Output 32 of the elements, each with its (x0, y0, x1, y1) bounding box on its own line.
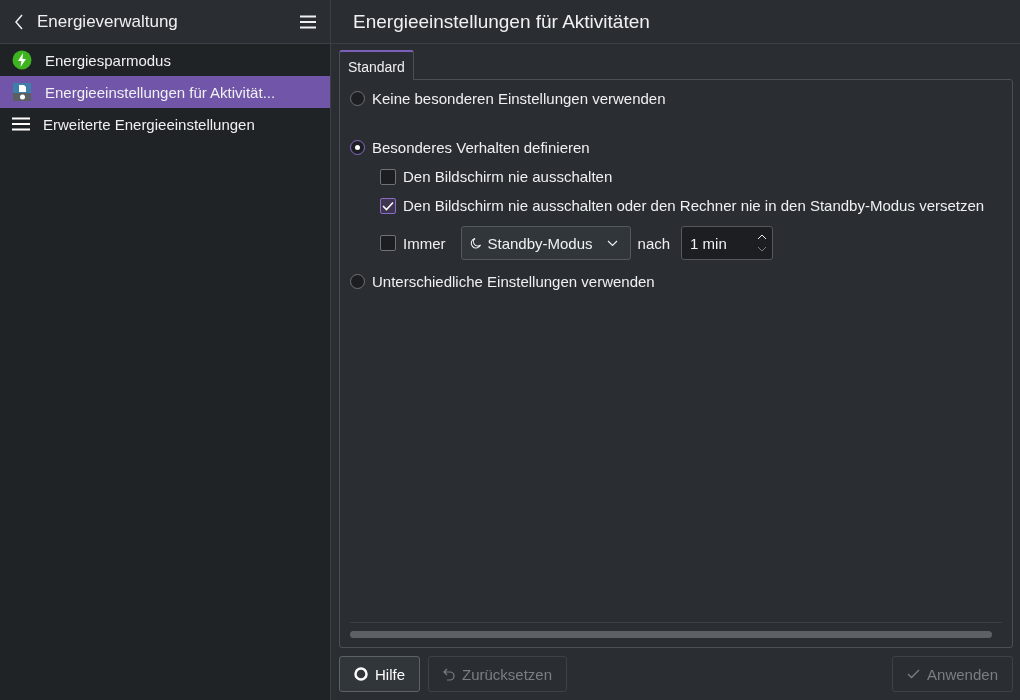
menu-icon (12, 117, 30, 131)
sidebar-title: Energieverwaltung (37, 11, 179, 32)
document-icon (12, 82, 32, 102)
menu-icon[interactable] (300, 14, 316, 29)
radio-label: Keine besonderen Einstellungen verwenden (372, 90, 666, 107)
page-title: Energieeinstellungen für Aktivitäten (353, 10, 650, 33)
sidebar-item[interactable]: Energieeinstellungen für Aktivität... (0, 76, 330, 108)
sidebar-item[interactable]: Energiesparmodus (0, 44, 330, 76)
horizontal-scrollbar[interactable] (350, 622, 1002, 641)
checkbox-label: Den Bildschirm nie ausschalten oder den Rechner nie in den Standby-Modus versetzen (403, 197, 985, 214)
chevron-down-icon (606, 239, 618, 247)
checkbox-label: Immer (403, 234, 446, 252)
action-dropdown[interactable]: Standby-Modus (460, 226, 631, 260)
check-icon (907, 669, 921, 679)
checkbox[interactable] (380, 235, 396, 251)
checkbox-label: Den Bildschirm nie ausschalten (403, 168, 613, 185)
moon-icon (469, 237, 482, 249)
undo-icon (443, 667, 455, 681)
tab[interactable]: Standard (339, 50, 414, 80)
duration-spinbox[interactable]: 1 min (681, 226, 774, 260)
radio-label: Besonderes Verhalten definieren (372, 139, 590, 156)
sidebar-item[interactable]: Erweiterte Energieeinstellungen (0, 108, 330, 140)
back-icon[interactable] (14, 13, 24, 30)
radio-button[interactable] (350, 140, 365, 155)
radio-button[interactable] (350, 274, 365, 289)
lightning-icon (12, 50, 32, 70)
after-label: nach (637, 234, 671, 252)
checkbox[interactable] (380, 197, 396, 214)
checkbox[interactable] (380, 168, 396, 185)
radio-button[interactable] (350, 91, 365, 106)
radio-label: Unterschiedliche Einstellungen verwenden (372, 273, 655, 290)
help-button[interactable]: Hilfe (339, 656, 420, 692)
